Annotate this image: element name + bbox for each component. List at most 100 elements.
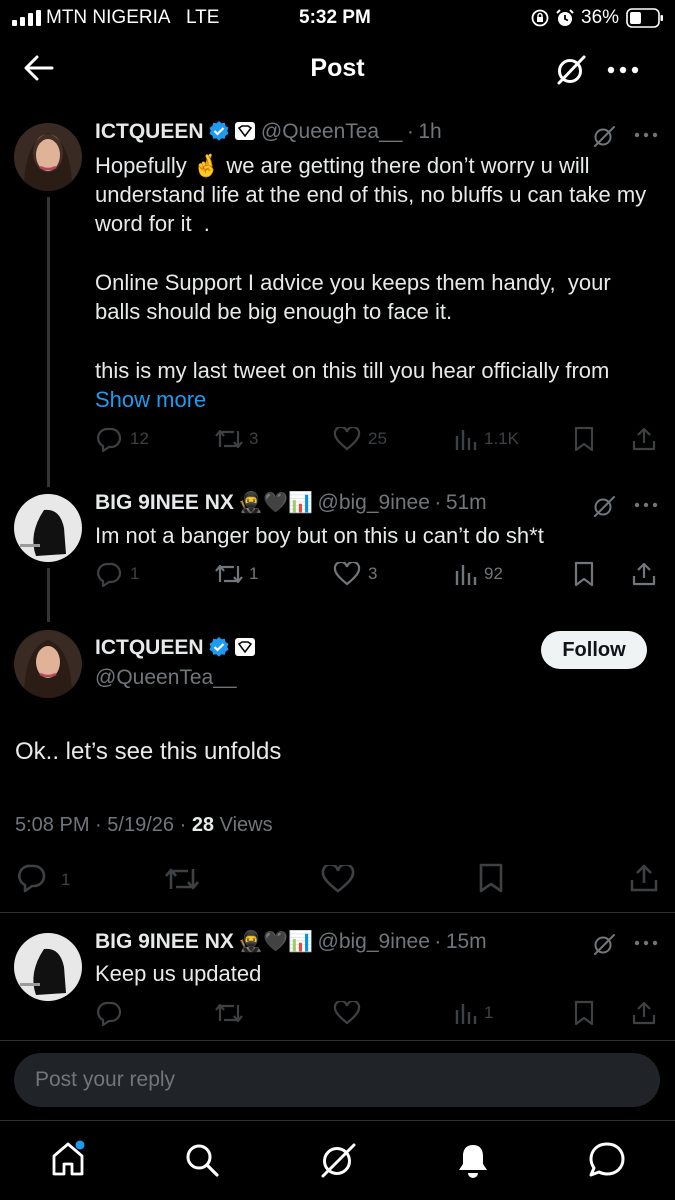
- views-count: 1: [484, 1003, 494, 1022]
- signal-icon: [12, 10, 42, 26]
- more-options-icon[interactable]: [607, 66, 639, 74]
- search-icon[interactable]: [184, 1142, 220, 1178]
- status-bar: MTN NIGERIA LTE 5:32 PM 36%: [0, 0, 675, 36]
- tweet-header: BIG 9INEE NX 🥷🖤📊 @big_9inee · 15m: [95, 930, 487, 953]
- reply-input-placeholder[interactable]: Post your reply: [35, 1068, 175, 1092]
- reply-composer[interactable]: Post your reply: [14, 1053, 660, 1107]
- emoji: 🤞: [192, 153, 221, 178]
- home-icon[interactable]: [50, 1140, 86, 1178]
- carrier-label: MTN NIGERIA: [46, 7, 171, 28]
- messages-icon[interactable]: [588, 1141, 626, 1179]
- avatar[interactable]: [14, 933, 82, 1001]
- grok-icon[interactable]: [592, 494, 616, 518]
- like-count: 3: [368, 564, 378, 583]
- thread-line: [47, 568, 50, 622]
- notifications-bell-icon[interactable]: [456, 1142, 490, 1178]
- reply-icon[interactable]: [96, 561, 122, 587]
- repost-count: 1: [249, 564, 259, 583]
- display-name[interactable]: ICTQUEEN: [95, 120, 204, 143]
- post-date: 5/19/26: [107, 814, 175, 836]
- divider: [0, 1040, 675, 1041]
- grok-icon[interactable]: [592, 932, 616, 956]
- timestamp[interactable]: 15m: [446, 930, 487, 953]
- network-label: LTE: [186, 7, 220, 28]
- reply-icon[interactable]: [17, 863, 47, 893]
- more-options-icon[interactable]: [634, 940, 658, 946]
- timestamp[interactable]: 51m: [446, 491, 487, 514]
- author-name-row: ICTQUEEN: [95, 636, 256, 663]
- like-heart-icon[interactable]: [333, 427, 361, 451]
- bookmark-icon[interactable]: [573, 426, 595, 452]
- follow-button[interactable]: Follow: [541, 631, 647, 669]
- timestamp[interactable]: 1h: [418, 120, 441, 143]
- repost-icon[interactable]: [214, 562, 244, 586]
- user-handle[interactable]: @QueenTea__: [95, 666, 237, 690]
- battery-percent: 36%: [581, 7, 620, 28]
- views-label: Views: [219, 814, 273, 836]
- alarm-icon: [555, 8, 575, 28]
- affiliate-badge-icon: [234, 121, 256, 146]
- post-time: 5:08 PM: [15, 814, 90, 836]
- bookmark-icon[interactable]: [573, 561, 595, 587]
- display-name[interactable]: ICTQUEEN: [95, 636, 204, 659]
- avatar[interactable]: [14, 123, 82, 191]
- post-meta: 5:08 PM · 5/19/26 · 28 Views: [15, 814, 273, 836]
- reply-count: 1: [130, 564, 140, 583]
- user-handle[interactable]: @big_9inee: [318, 930, 430, 953]
- tweet-text: this is my last tweet on this till you h…: [95, 358, 616, 412]
- like-count: 25: [368, 429, 387, 448]
- display-name[interactable]: BIG 9INEE NX: [95, 930, 234, 953]
- grok-icon[interactable]: [592, 124, 616, 148]
- share-icon[interactable]: [632, 1000, 656, 1026]
- avatar[interactable]: [14, 630, 82, 698]
- views-count: 1.1K: [484, 429, 519, 448]
- tweet-text: Online Support I advice you keeps them h…: [95, 270, 617, 324]
- post-text: Ok.. let’s see this unfolds: [15, 738, 282, 765]
- repost-count: 3: [249, 429, 259, 448]
- like-heart-icon[interactable]: [333, 562, 361, 586]
- views-chart-icon[interactable]: [455, 428, 477, 450]
- user-handle[interactable]: @QueenTea__: [261, 120, 403, 143]
- tweet-header: BIG 9INEE NX 🥷🖤📊 @big_9inee · 51m: [95, 491, 487, 514]
- avatar[interactable]: [14, 494, 82, 562]
- thread-line: [47, 197, 50, 487]
- affiliate-badge-icon: [234, 637, 256, 662]
- reply-icon[interactable]: [96, 426, 122, 452]
- name-emojis: 🥷🖤📊: [238, 492, 314, 514]
- reply-icon[interactable]: [96, 1000, 122, 1026]
- bookmark-icon[interactable]: [573, 1000, 595, 1026]
- repost-icon[interactable]: [164, 865, 200, 893]
- like-heart-icon[interactable]: [321, 865, 355, 893]
- display-name[interactable]: BIG 9INEE NX: [95, 491, 234, 514]
- tweet-text: Hopefully 🤞 we are getting there don’t w…: [95, 153, 653, 236]
- repost-icon[interactable]: [214, 427, 244, 451]
- orientation-lock-icon: [531, 9, 549, 27]
- divider: [0, 912, 675, 913]
- divider: [0, 1120, 675, 1121]
- tweet-text: Im not a banger boy but on this u can’t …: [95, 523, 544, 548]
- more-options-icon[interactable]: [634, 502, 658, 508]
- name-emojis: 🥷🖤📊: [238, 931, 314, 953]
- show-more-link[interactable]: Show more: [95, 387, 206, 412]
- grok-icon[interactable]: [555, 54, 587, 86]
- user-handle[interactable]: @big_9inee: [318, 491, 430, 514]
- more-options-icon[interactable]: [634, 132, 658, 138]
- reply-count: 1: [61, 870, 71, 889]
- share-icon[interactable]: [630, 863, 658, 893]
- verified-badge-icon: [208, 120, 230, 147]
- views-chart-icon[interactable]: [455, 1002, 477, 1024]
- repost-icon[interactable]: [214, 1001, 244, 1025]
- verified-badge-icon: [208, 636, 230, 663]
- share-icon[interactable]: [632, 561, 656, 587]
- share-icon[interactable]: [632, 426, 656, 452]
- clock: 5:32 PM: [299, 7, 371, 28]
- tweet-header: ICTQUEEN @QueenTea__ · 1h: [95, 120, 442, 147]
- views-chart-icon[interactable]: [455, 563, 477, 585]
- views-count: 92: [484, 564, 503, 583]
- grok-icon[interactable]: [319, 1141, 357, 1179]
- like-heart-icon[interactable]: [333, 1001, 361, 1025]
- tweet-text: Keep us updated: [95, 961, 262, 986]
- views-count[interactable]: 28: [192, 814, 214, 836]
- battery-icon: [626, 8, 664, 28]
- bookmark-icon[interactable]: [478, 863, 504, 893]
